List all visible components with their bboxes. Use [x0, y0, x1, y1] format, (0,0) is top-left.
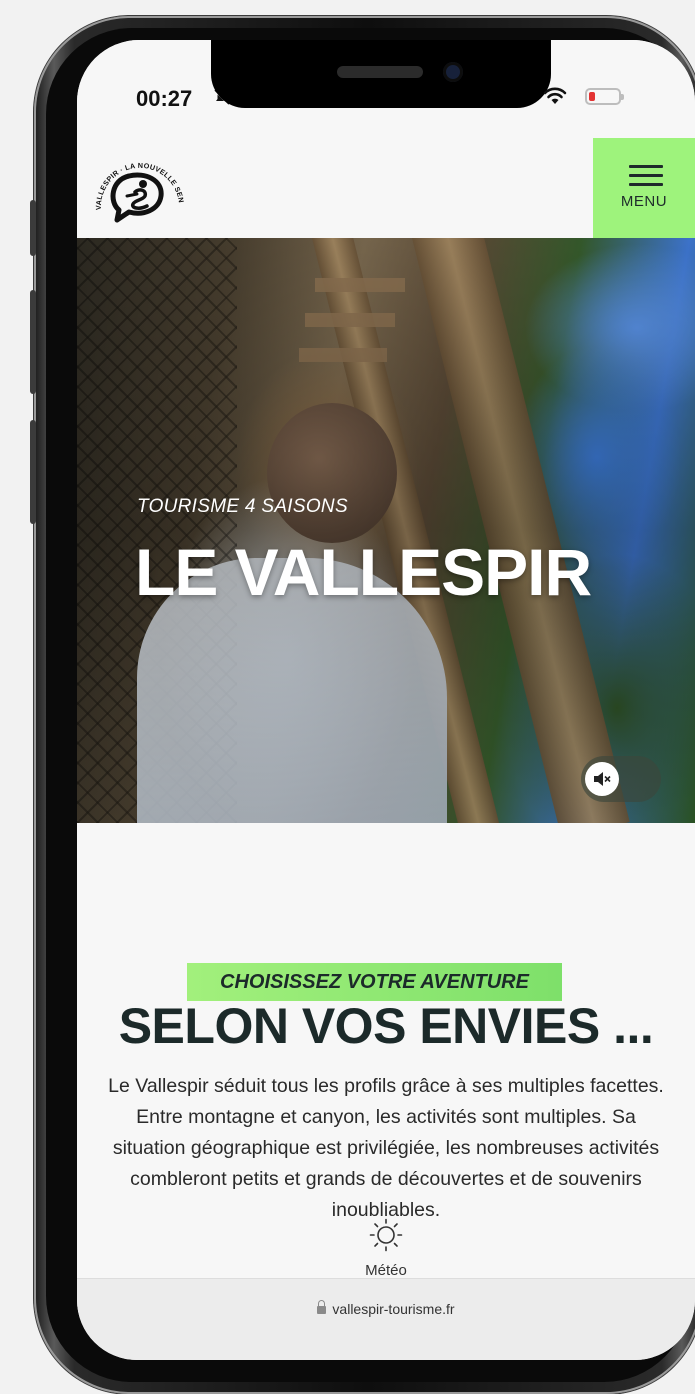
hero-overlay: [77, 238, 695, 823]
section-intro: Le Vallespir séduit tous les profils grâ…: [108, 1075, 664, 1221]
lock-icon: [317, 1300, 327, 1314]
address-field[interactable]: vallespir-tourisme.fr: [77, 1300, 695, 1317]
sun-icon: [369, 1218, 403, 1252]
status-time: 00:27: [136, 86, 193, 111]
hero-kicker: TOURISME 4 SAISONS: [137, 496, 348, 517]
url-text: vallespir-tourisme.fr: [332, 1301, 455, 1317]
site-header: VALLESPIR · LA NOUVELLE SENSATION CATALA…: [77, 138, 695, 238]
volume-up-button: [30, 290, 36, 394]
sound-toggle-knob: [585, 762, 619, 796]
hero-video: TOURISME 4 SAISONS LE VALLESPIR: [77, 238, 695, 823]
menu-button[interactable]: MENU: [593, 138, 695, 238]
earpiece-speaker: [337, 66, 423, 78]
front-camera-icon: [443, 62, 463, 82]
action-button: [30, 200, 36, 256]
battery-level: [589, 92, 595, 101]
mute-icon: [594, 772, 611, 786]
sound-toggle[interactable]: [581, 756, 661, 802]
section-tag: CHOISISSEZ VOTRE AVENTURE: [187, 963, 562, 1001]
battery-low-icon: [585, 88, 624, 105]
wifi-icon: [543, 87, 567, 104]
camera-notch: [211, 40, 551, 108]
hamburger-icon: [629, 165, 663, 192]
hero-title: LE VALLESPIR: [135, 535, 592, 609]
vallespir-logo-icon[interactable]: VALLESPIR · LA NOUVELLE SENSATION CATALA…: [83, 144, 193, 236]
menu-label: MENU: [620, 193, 668, 210]
weather-link[interactable]: Météo: [77, 1218, 695, 1279]
section-title: SELON VOS ENVIES ...: [118, 998, 654, 1054]
volume-down-button: [30, 420, 36, 524]
browser-address-bar[interactable]: vallespir-tourisme.fr: [77, 1278, 695, 1360]
status-bar: 00:27: [77, 40, 695, 138]
section-tag-text: CHOISISSEZ VOTRE AVENTURE: [220, 971, 529, 993]
weather-label: Météo: [365, 1262, 407, 1279]
adventure-section: CHOISISSEZ VOTRE AVENTURE SELON VOS ENVI…: [77, 823, 695, 1279]
phone-screen: 00:27 VALLESPIR · LA NOUVELLE SENSATION …: [77, 40, 695, 1360]
